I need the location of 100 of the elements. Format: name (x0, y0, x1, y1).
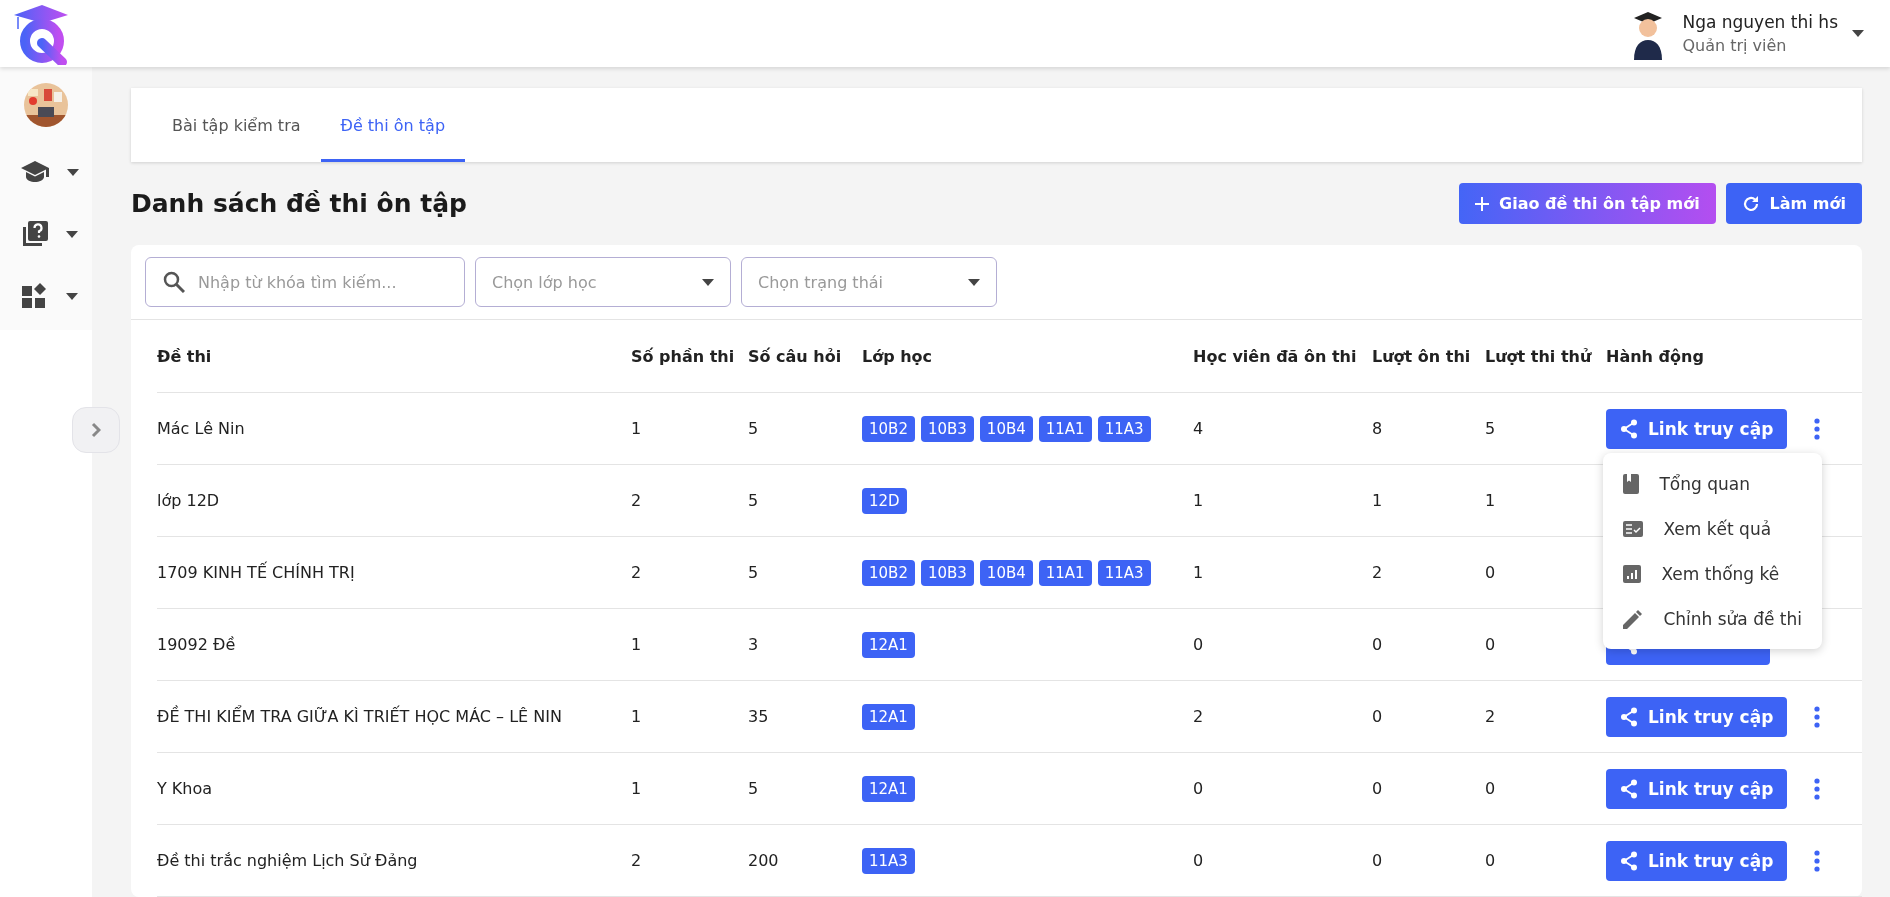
page-title: Danh sách đề thi ôn tập (131, 189, 467, 218)
chevron-right-icon (91, 422, 101, 438)
table-cell: 35 (748, 707, 769, 726)
table-cell: 0 (1193, 851, 1204, 870)
class-tag: 10B3 (920, 415, 974, 442)
table-cell: 19092 Đề (157, 635, 236, 654)
table-cell: 5 (748, 779, 759, 798)
column-header: Học viên đã ôn thi (1193, 346, 1357, 366)
column-header: Số câu hỏi (748, 346, 842, 366)
plus-icon (1475, 196, 1490, 211)
menu-item[interactable]: Chỉnh sửa đề thi (1603, 596, 1822, 641)
table-cell: 1 (631, 635, 642, 654)
bar-chart-icon (1623, 564, 1642, 583)
class-tag: 10B2 (862, 559, 915, 586)
access-link-button[interactable]: Link truy cập (1606, 768, 1788, 809)
column-header: Đề thi (157, 346, 212, 366)
table-cell: Y Khoa (157, 779, 213, 798)
menu-item[interactable]: Xem thống kê (1603, 551, 1822, 596)
user-name: Nga nguyen thi hs (1682, 12, 1838, 32)
table-cell: 0 (1485, 851, 1496, 870)
column-header: Lượt ôn thi (1372, 346, 1471, 366)
table-cell: 4 (1193, 419, 1204, 438)
table-cell: 200 (748, 851, 779, 870)
more-options-icon[interactable] (1813, 776, 1822, 801)
table-cell: 0 (1485, 635, 1496, 654)
class-tag: 12A1 (862, 775, 915, 802)
pencil-icon (1623, 608, 1644, 629)
select-field[interactable]: Chọn trạng thái (741, 257, 997, 307)
class-tag: 10B4 (979, 559, 1033, 586)
table-cell: Mác Lê Nin (157, 419, 245, 438)
caret-icon (66, 292, 78, 300)
table-cell: 2 (1372, 563, 1383, 582)
class-tag: 11A3 (862, 847, 915, 874)
menu-item[interactable]: Xem kết quả (1603, 506, 1822, 551)
class-tag: 11A1 (1038, 415, 1092, 442)
account-caret-icon (1852, 30, 1864, 37)
table-cell: 0 (1193, 635, 1204, 654)
share-icon (1620, 850, 1638, 871)
table-cell: 5 (748, 563, 759, 582)
refresh-button[interactable]: Làm mới (1725, 183, 1862, 224)
table-cell: 0 (1372, 851, 1383, 870)
table-cell: ĐỀ THI KIỂM TRA GIỮA KÌ TRIẾT HỌC MÁC – LÊ NIN (157, 707, 562, 726)
column-header: Số phần thi (631, 346, 735, 366)
class-tag: 12A1 (862, 703, 915, 730)
tab[interactable]: Bài tập kiểm tra (152, 88, 321, 162)
class-tag: 11A3 (1097, 415, 1151, 442)
dropdown-caret-icon (968, 278, 980, 286)
table-cell: 1 (631, 779, 642, 798)
table-cell: 2 (631, 491, 642, 510)
book-icon (1623, 473, 1640, 494)
access-link-button[interactable]: Link truy cập (1606, 408, 1788, 449)
access-link-button[interactable]: Link truy cập (1606, 840, 1788, 881)
search-field[interactable]: Nhập từ khóa tìm kiếm... (145, 257, 465, 307)
table-cell: 1 (1193, 491, 1204, 510)
refresh-icon (1741, 194, 1760, 213)
class-tag: 12A1 (862, 631, 915, 658)
share-icon (1620, 418, 1638, 439)
table-cell: 0 (1372, 635, 1383, 654)
table-cell: 1 (631, 419, 642, 438)
share-icon (1620, 778, 1638, 799)
table-cell: 0 (1485, 779, 1496, 798)
table-cell: 1 (631, 707, 642, 726)
access-link-button[interactable]: Link truy cập (1606, 696, 1788, 737)
table-cell: 5 (748, 419, 759, 438)
graduation-cap-icon (21, 161, 49, 183)
table-cell: 0 (1372, 779, 1383, 798)
select-field[interactable]: Chọn lớp học (475, 257, 731, 307)
menu-item[interactable]: Tổng quan (1603, 461, 1822, 506)
table-cell: 1 (1485, 491, 1496, 510)
more-options-icon[interactable] (1813, 704, 1822, 729)
table-cell: 1 (1193, 563, 1204, 582)
caret-icon (66, 230, 78, 238)
caret-icon (67, 168, 79, 176)
table-cell: 0 (1193, 779, 1204, 798)
table-cell: 2 (631, 563, 642, 582)
table-cell: 5 (748, 491, 759, 510)
column-header: Lượt thi thử (1485, 346, 1592, 366)
more-options-icon[interactable] (1813, 416, 1822, 441)
class-tag: 10B4 (979, 415, 1033, 442)
table-cell: lớp 12D (157, 491, 220, 510)
tab[interactable]: Đề thi ôn tập (320, 88, 466, 162)
assign-exam-button[interactable]: Giao đề thi ôn tập mới (1459, 183, 1716, 224)
table-cell: 1709 KINH TẾ CHÍNH TRỊ (157, 563, 355, 582)
table-cell: 2 (631, 851, 642, 870)
checklist-icon (1623, 520, 1644, 537)
question-icon (22, 221, 48, 247)
more-options-icon[interactable] (1813, 848, 1822, 873)
class-tag: 10B3 (920, 559, 974, 586)
class-tag: 12D (862, 487, 907, 514)
dropdown-caret-icon (702, 278, 714, 286)
share-icon (1620, 706, 1638, 727)
widgets-icon (22, 283, 48, 309)
table-cell: 2 (1485, 707, 1496, 726)
table-cell: 1 (1372, 491, 1383, 510)
table-cell: 0 (1372, 707, 1383, 726)
logo-icon (12, 2, 68, 65)
table-cell: 5 (1485, 419, 1496, 438)
table-cell: 8 (1372, 419, 1383, 438)
table-cell: 2 (1193, 707, 1204, 726)
class-tag: 10B2 (862, 415, 915, 442)
